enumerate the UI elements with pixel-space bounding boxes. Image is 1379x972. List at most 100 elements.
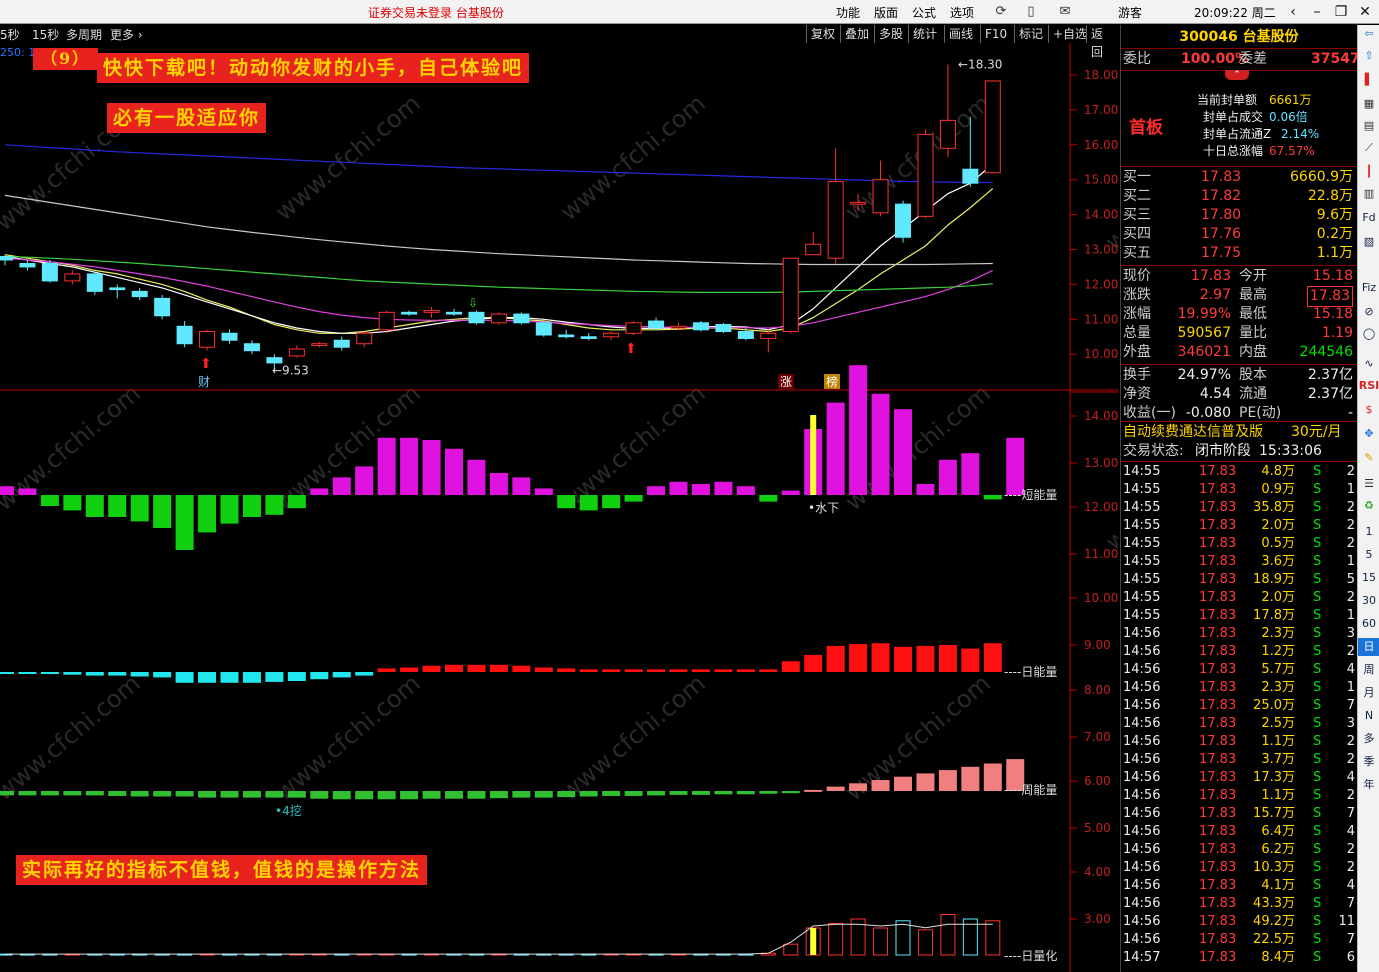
back-icon[interactable]: ‹ <box>1282 2 1304 22</box>
sidebar-period-11[interactable]: 季 <box>1358 753 1379 771</box>
sidebar-period-6[interactable]: 日 <box>1358 638 1379 656</box>
sidebar-period-9[interactable]: N <box>1358 707 1379 725</box>
day-energy-bar <box>804 654 823 672</box>
stat-value: 15.18 <box>1312 268 1353 284</box>
line-chart-icon[interactable]: ⟋ <box>1358 139 1379 157</box>
kline-chart[interactable]: www.cfchi.com www.cfchi.com www.cfchi.com w… <box>0 43 1118 972</box>
ad-text[interactable]: 自动续费通达信普及版 <box>1123 423 1263 442</box>
period-multi[interactable]: 多周期 <box>66 26 102 43</box>
tick-count: 2 <box>1346 590 1355 605</box>
login-status[interactable]: 证券交易未登录 台基股份 <box>368 4 504 21</box>
fiz-icon[interactable]: Fiz <box>1358 279 1379 297</box>
short-energy-bar <box>0 486 14 495</box>
bid-row[interactable]: 买五 17.75 1.1万 <box>1121 244 1357 263</box>
maximize-icon[interactable]: ❐ <box>1330 2 1352 22</box>
pencil-icon[interactable]: ✎ <box>1358 449 1379 467</box>
sidebar-period-3[interactable]: 15 <box>1358 569 1379 587</box>
day-energy-bar <box>512 665 531 672</box>
collapse-icon[interactable]: ⌃ <box>1225 70 1249 80</box>
tick-count: 2 <box>1346 788 1355 803</box>
sidebar-period-8[interactable]: 月 <box>1358 684 1379 702</box>
wave-icon[interactable]: ∿ <box>1358 355 1379 373</box>
ad-price[interactable]: 30元/月 <box>1291 423 1342 442</box>
short-energy-bar <box>736 486 755 495</box>
week-energy-bar <box>961 766 980 791</box>
tool-f10[interactable]: F10 <box>980 25 1011 43</box>
short-energy-bar <box>826 402 845 495</box>
week-energy-bar <box>310 791 329 799</box>
report-icon[interactable]: ▥ <box>1358 185 1379 203</box>
tick-volume: 5.7万 <box>1261 662 1295 677</box>
depth-icon[interactable]: ▧ <box>1358 233 1379 251</box>
fundamental-row: 净资 4.54 流通 2.37亿 <box>1121 385 1357 404</box>
tick-price: 17.83 <box>1199 572 1237 587</box>
table-icon[interactable]: ▦ <box>1358 95 1379 113</box>
user-label[interactable]: 游客 <box>1118 4 1142 21</box>
stat-value: 590567 <box>1177 325 1231 341</box>
tick-time: 14:55 <box>1123 590 1161 605</box>
sidebar-period-10[interactable]: 多 <box>1358 730 1379 748</box>
sidebar-period-12[interactable]: 年 <box>1358 776 1379 794</box>
tick-time: 14:55 <box>1123 572 1161 587</box>
circle-icon[interactable]: ◯ <box>1358 325 1379 343</box>
sidebar-period-1[interactable]: 1 <box>1358 523 1379 541</box>
sidebar-period-2[interactable]: 5 <box>1358 546 1379 564</box>
document-icon[interactable]: ▯ <box>1022 3 1040 21</box>
nav-left-icon[interactable]: ⇦ <box>1358 25 1379 43</box>
bid-row[interactable]: 买二 17.82 22.8万 <box>1121 187 1357 206</box>
menu-function[interactable]: 功能 <box>836 4 860 21</box>
close-icon[interactable]: ✕ <box>1354 2 1376 22</box>
rsi-icon[interactable]: RSI <box>1358 377 1379 395</box>
grid-icon[interactable]: ▤ <box>1358 117 1379 135</box>
menu-formula[interactable]: 公式 <box>912 4 936 21</box>
bid-row[interactable]: 买四 17.76 0.2万 <box>1121 225 1357 244</box>
volume-ma-line <box>5 923 993 955</box>
bar-chart-icon[interactable]: ▌ <box>1358 71 1379 89</box>
period-5s[interactable]: 5秒 <box>0 26 20 43</box>
period-15s[interactable]: 15秒 <box>32 26 59 43</box>
low-price-label: ←9.53 <box>272 364 309 378</box>
kline-icon[interactable]: ┃ <box>1358 163 1379 181</box>
tick-volume: 3.6万 <box>1261 554 1295 569</box>
menu-options[interactable]: 选项 <box>950 4 974 21</box>
nav-up-icon[interactable]: ⇧ <box>1358 47 1379 65</box>
mail-icon[interactable]: ✉ <box>1056 3 1074 21</box>
tick-side: S <box>1313 554 1322 569</box>
bid-volume: 22.8万 <box>1307 188 1353 204</box>
day-energy-bar <box>983 643 1002 672</box>
day-energy-bar <box>400 667 419 672</box>
day-energy-bar <box>849 644 868 672</box>
zoom-icon[interactable]: ⊘ <box>1358 303 1379 321</box>
tool-multi-stock[interactable]: 多股 <box>874 25 907 43</box>
candle-body <box>603 332 620 338</box>
dollar-icon[interactable]: $ <box>1358 401 1379 419</box>
tool-back[interactable]: 返回 <box>1086 25 1118 59</box>
minimize-icon[interactable]: – <box>1306 2 1328 22</box>
tool-fuquan[interactable]: 复权 <box>806 25 839 43</box>
bid-row[interactable]: 买一 17.83 6660.9万 <box>1121 168 1357 187</box>
tool-add-fav[interactable]: +自选 <box>1048 25 1091 43</box>
sell-arrow-icon: ⇩ <box>468 296 478 310</box>
day-energy-bar <box>108 672 127 676</box>
sidebar-period-7[interactable]: 周 <box>1358 661 1379 679</box>
sidebar-period-5[interactable]: 60 <box>1358 615 1379 633</box>
day-energy-bar <box>85 672 104 676</box>
tool-overlay[interactable]: 叠加 <box>840 25 873 43</box>
f10-icon[interactable]: Fd <box>1358 209 1379 227</box>
menu-layout[interactable]: 版面 <box>874 4 898 21</box>
tick-side: S <box>1313 572 1322 587</box>
bid-row[interactable]: 买三 17.80 9.6万 <box>1121 206 1357 225</box>
tool-statistics[interactable]: 统计 <box>908 25 941 43</box>
move-icon[interactable]: ✥ <box>1358 425 1379 443</box>
tick-price: 17.83 <box>1199 878 1237 893</box>
tool-mark[interactable]: 标记 <box>1014 25 1047 43</box>
tick-volume: 17.8万 <box>1253 608 1295 623</box>
tick-row: 14:57 17.83 8.4万 S 6 <box>1121 949 1357 967</box>
stock-title[interactable]: 300046 台基股份 <box>1121 25 1357 49</box>
cycle-icon[interactable]: ♻ <box>1358 497 1379 515</box>
refresh-icon[interactable]: ⟳ <box>992 3 1010 21</box>
sidebar-period-4[interactable]: 30 <box>1358 592 1379 610</box>
period-more[interactable]: 更多 › <box>110 26 143 43</box>
tool-draw[interactable]: 画线 <box>944 25 977 43</box>
list-icon[interactable]: ☰ <box>1358 475 1379 493</box>
